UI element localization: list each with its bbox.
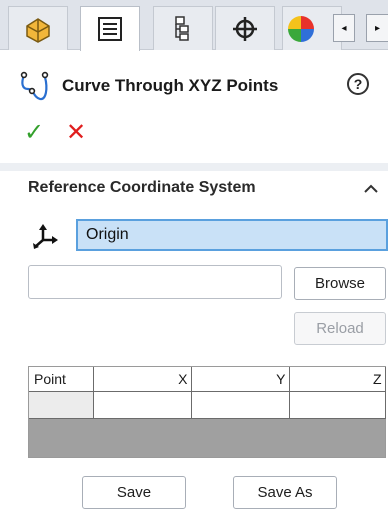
cancel-button[interactable]: ✕: [66, 120, 90, 146]
file-path-input[interactable]: [28, 265, 282, 299]
points-table: Point X Y Z: [28, 366, 386, 458]
property-manager-panel: ◂ ▸ Curve Through XYZ Points ? ✓ ✕ Refer…: [0, 0, 388, 516]
scroll-right-icon: ▸: [374, 22, 381, 34]
table-row: [29, 391, 386, 419]
column-header-x: X: [93, 367, 192, 392]
ok-button[interactable]: ✓: [24, 121, 48, 145]
points-grid: Point X Y Z: [29, 367, 386, 419]
tab-scroll-left-button[interactable]: ◂: [333, 14, 355, 42]
feature-manager-icon: [26, 17, 50, 43]
tab-dimxpert-manager[interactable]: [215, 6, 275, 50]
manager-tab-strip: ◂ ▸: [0, 0, 388, 51]
group-title-reference-coordinate-system: Reference Coordinate System: [28, 179, 256, 196]
coordinate-system-icon: [33, 224, 58, 249]
tab-property-manager[interactable]: [80, 6, 140, 51]
configuration-manager-icon: [175, 15, 189, 41]
column-header-y: Y: [191, 367, 290, 392]
tab-configuration-manager[interactable]: [153, 6, 213, 50]
column-header-point: Point: [29, 367, 94, 392]
help-button[interactable]: ?: [347, 73, 369, 95]
z-cell[interactable]: [289, 391, 386, 419]
point-cell[interactable]: [29, 391, 94, 419]
curve-through-points-icon: [20, 71, 49, 101]
property-manager-icon: [98, 17, 122, 41]
browse-button[interactable]: Browse: [294, 267, 386, 300]
coordinate-system-selection-box[interactable]: Origin: [76, 219, 388, 251]
x-cell[interactable]: [93, 391, 192, 419]
reload-button[interactable]: Reload: [294, 312, 386, 345]
feature-header: Curve Through XYZ Points: [18, 66, 278, 106]
table-header-row: Point X Y Z: [29, 367, 386, 392]
y-cell[interactable]: [191, 391, 290, 419]
feature-title: Curve Through XYZ Points: [62, 76, 279, 95]
save-button[interactable]: Save: [82, 476, 186, 509]
crosshair-icon: [233, 16, 257, 41]
chevron-up-icon[interactable]: [362, 180, 380, 198]
column-header-z: Z: [289, 367, 386, 392]
save-as-button[interactable]: Save As: [233, 476, 337, 509]
display-manager-icon: [288, 15, 314, 42]
tab-scroll-right-button[interactable]: ▸: [366, 14, 388, 42]
scroll-left-icon: ◂: [341, 22, 347, 34]
section-divider: [0, 163, 388, 171]
tab-feature-manager[interactable]: [8, 6, 68, 50]
